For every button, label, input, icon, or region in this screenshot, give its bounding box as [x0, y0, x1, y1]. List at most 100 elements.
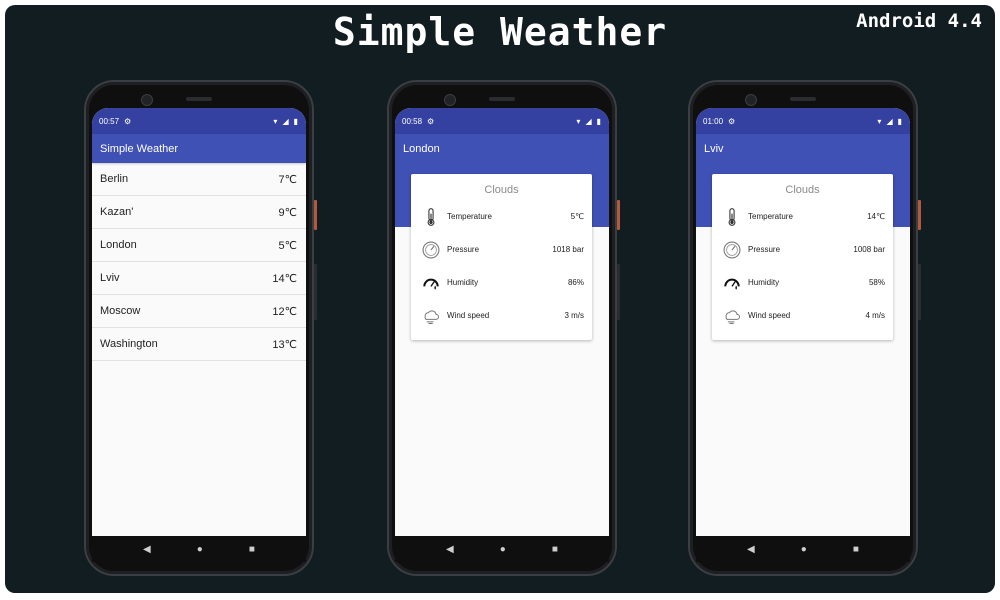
signal-icon: ◢ — [585, 116, 592, 126]
status-bar: 00:58 ⚙ ▾ ◢ ▮ — [395, 108, 609, 134]
app-toolbar: London — [395, 134, 609, 163]
humidity-icon — [722, 273, 742, 293]
metric-label: Pressure — [447, 245, 480, 254]
settings-gear-icon: ⚙ — [728, 116, 736, 126]
metric-value: 58% — [868, 278, 885, 287]
metric-value: 3 m/s — [564, 311, 584, 320]
settings-gear-icon: ⚙ — [427, 116, 435, 126]
weather-condition: Clouds — [484, 184, 519, 196]
front-camera — [745, 94, 757, 106]
recents-icon[interactable]: ■ — [249, 544, 255, 555]
city-temp: 12℃ — [272, 305, 297, 318]
metric-label: Wind speed — [748, 311, 791, 320]
weather-card: Clouds Temperature 14℃ Pressure 1008 bar… — [712, 174, 893, 340]
settings-gear-icon: ⚙ — [124, 116, 132, 126]
city-row-london[interactable]: London 5℃ — [92, 229, 306, 262]
thermometer-icon — [722, 207, 742, 227]
city-temp: 13℃ — [272, 338, 297, 351]
metric-label: Humidity — [748, 278, 780, 287]
front-camera — [141, 94, 153, 106]
recents-icon[interactable]: ■ — [552, 544, 558, 555]
metric-label: Humidity — [447, 278, 479, 287]
city-row-washington[interactable]: Washington 13℃ — [92, 328, 306, 361]
metric-value: 14℃ — [867, 212, 885, 221]
app-toolbar: Lviv — [696, 134, 910, 163]
city-row-lviv[interactable]: Lviv 14℃ — [92, 262, 306, 295]
city-name: London — [100, 239, 137, 251]
toolbar-title: Lviv — [704, 142, 724, 155]
metric-value: 86% — [567, 278, 584, 287]
city-row-kazan[interactable]: Kazan' 9℃ — [92, 196, 306, 229]
metric-humidity: Humidity 58% — [712, 266, 893, 299]
city-name: Washington — [100, 338, 158, 350]
status-time: 00:58 — [402, 116, 423, 126]
metric-label: Pressure — [748, 245, 781, 254]
city-temp: 5℃ — [278, 239, 297, 252]
recents-icon[interactable]: ■ — [853, 544, 859, 555]
metric-pressure: Pressure 1018 bar — [411, 233, 592, 266]
nav-bar: ◀ ● ■ — [696, 536, 910, 562]
power-button — [918, 200, 921, 230]
city-name: Kazan' — [100, 206, 134, 218]
signal-icon: ◢ — [282, 116, 289, 126]
metric-value: 5℃ — [570, 212, 584, 221]
city-row-moscow[interactable]: Moscow 12℃ — [92, 295, 306, 328]
city-name: Lviv — [100, 272, 120, 284]
back-icon[interactable]: ◀ — [143, 544, 151, 555]
city-temp: 14℃ — [272, 272, 297, 285]
metric-humidity: Humidity 86% — [411, 266, 592, 299]
wifi-icon: ▾ — [576, 116, 581, 126]
metric-temperature: Temperature 14℃ — [712, 200, 893, 233]
metric-wind-speed: Wind speed 3 m/s — [411, 299, 592, 332]
back-icon[interactable]: ◀ — [446, 544, 454, 555]
city-row-berlin[interactable]: Berlin 7℃ — [92, 163, 306, 196]
city-name: Moscow — [100, 305, 141, 317]
home-icon[interactable]: ● — [801, 544, 807, 555]
battery-icon: ▮ — [897, 116, 902, 126]
metric-value: 1018 bar — [552, 245, 584, 254]
metric-label: Temperature — [748, 212, 793, 221]
wifi-icon: ▾ — [877, 116, 882, 126]
status-time: 00:57 — [99, 116, 120, 126]
metric-value: 4 m/s — [865, 311, 885, 320]
toolbar-title: London — [403, 142, 440, 155]
city-list: Berlin 7℃ Kazan' 9℃ London 5℃ Lviv 14℃ M… — [92, 163, 306, 361]
city-temp: 9℃ — [278, 206, 297, 219]
weather-card: Clouds Temperature 5℃ Pressure 1018 bar … — [411, 174, 592, 340]
volume-button — [918, 264, 921, 320]
power-button — [617, 200, 620, 230]
home-icon[interactable]: ● — [500, 544, 506, 555]
weather-condition: Clouds — [785, 184, 820, 196]
back-icon[interactable]: ◀ — [747, 544, 755, 555]
city-temp: 7℃ — [278, 173, 297, 186]
showcase-title: Simple Weather — [332, 10, 668, 54]
screen: 00:58 ⚙ ▾ ◢ ▮ London Clouds Temperature … — [395, 108, 609, 536]
pressure-gauge-icon — [722, 240, 742, 260]
screen: 00:57 ⚙ ▾ ◢ ▮ Simple Weather Berlin 7℃ K… — [92, 108, 306, 536]
phone-london-detail: 00:58 ⚙ ▾ ◢ ▮ London Clouds Temperature … — [387, 80, 620, 576]
nav-bar: ◀ ● ■ — [92, 536, 306, 562]
platform-label: Android 4.4 — [856, 10, 982, 32]
wifi-icon: ▾ — [273, 116, 278, 126]
metric-pressure: Pressure 1008 bar — [712, 233, 893, 266]
metric-label: Temperature — [447, 212, 492, 221]
wind-icon — [421, 306, 441, 326]
metric-wind-speed: Wind speed 4 m/s — [712, 299, 893, 332]
screen: 01:00 ⚙ ▾ ◢ ▮ Lviv Clouds Temperature 14… — [696, 108, 910, 536]
front-camera — [444, 94, 456, 106]
battery-icon: ▮ — [596, 116, 601, 126]
home-icon[interactable]: ● — [197, 544, 203, 555]
volume-button — [617, 264, 620, 320]
metric-label: Wind speed — [447, 311, 490, 320]
nav-bar: ◀ ● ■ — [395, 536, 609, 562]
status-time: 01:00 — [703, 116, 724, 126]
earpiece-speaker — [186, 97, 212, 101]
toolbar-title: Simple Weather — [100, 142, 179, 155]
humidity-icon — [421, 273, 441, 293]
earpiece-speaker — [790, 97, 816, 101]
wind-icon — [722, 306, 742, 326]
earpiece-speaker — [489, 97, 515, 101]
signal-icon: ◢ — [886, 116, 893, 126]
thermometer-icon — [421, 207, 441, 227]
metric-value: 1008 bar — [853, 245, 885, 254]
